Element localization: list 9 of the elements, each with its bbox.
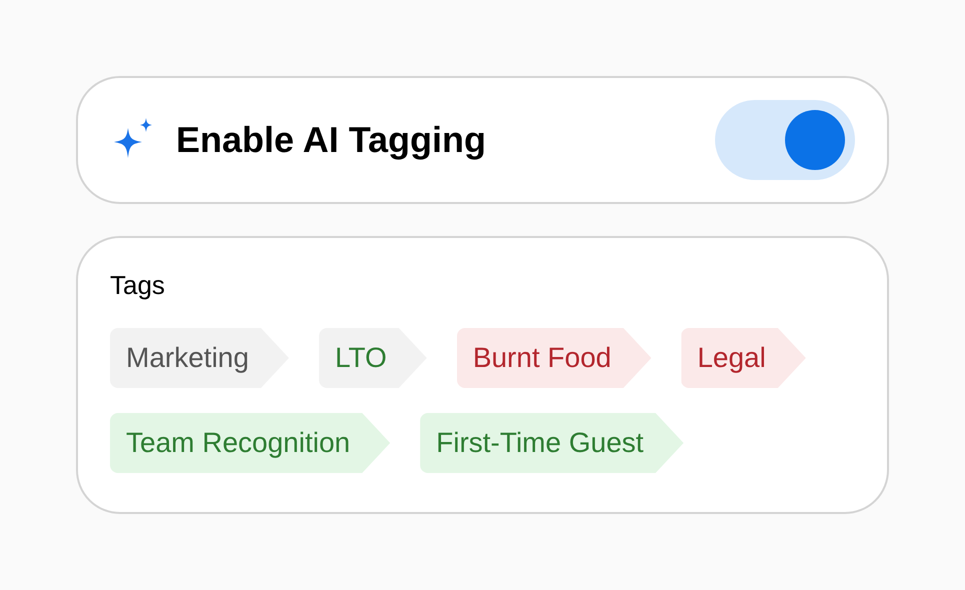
- tag[interactable]: LTO: [318, 328, 427, 388]
- tag[interactable]: Team Recognition: [110, 413, 390, 473]
- tags-title: Tags: [110, 272, 166, 298]
- setting-label: Enable AI Tagging: [176, 118, 488, 162]
- tag[interactable]: First-Time Guest: [420, 413, 684, 473]
- toggle-knob: [785, 110, 845, 170]
- tag[interactable]: Burnt Food: [456, 328, 652, 388]
- tag[interactable]: Legal: [681, 328, 806, 388]
- tag[interactable]: Marketing: [110, 328, 289, 388]
